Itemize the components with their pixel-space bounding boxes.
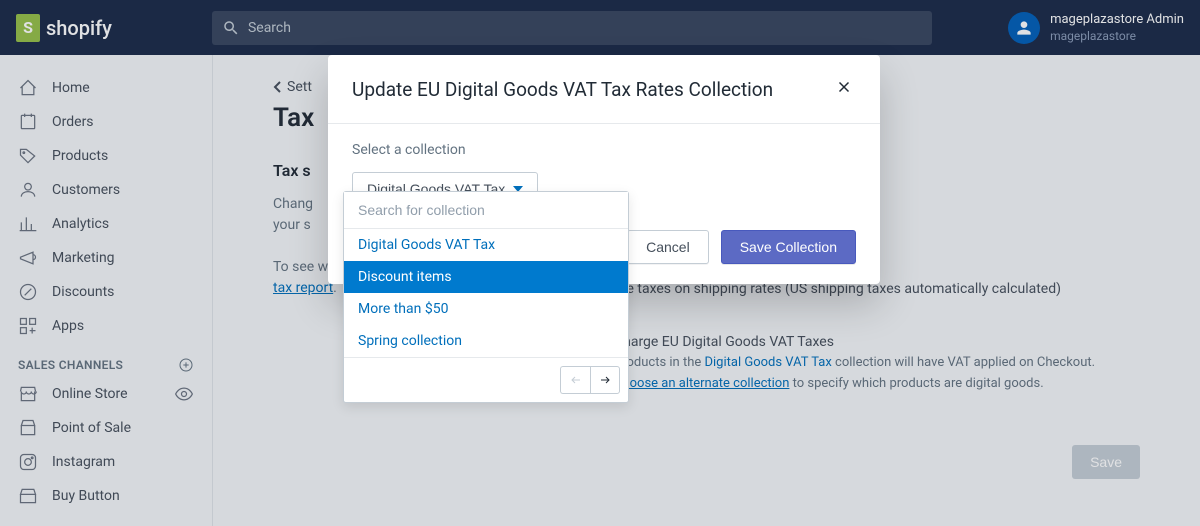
pager-next[interactable] [590, 366, 620, 394]
close-button[interactable] [832, 75, 856, 103]
dropdown-option[interactable]: Discount items [344, 261, 628, 293]
dropdown-option[interactable]: Spring collection [344, 325, 628, 357]
close-icon [835, 78, 853, 96]
modal-title: Update EU Digital Goods VAT Tax Rates Co… [352, 78, 773, 101]
pager-prev[interactable] [560, 366, 590, 394]
dropdown-option[interactable]: Digital Goods VAT Tax [344, 229, 628, 261]
modal-label: Select a collection [352, 142, 856, 158]
dropdown-option[interactable]: More than $50 [344, 293, 628, 325]
cancel-button[interactable]: Cancel [627, 230, 709, 264]
arrow-right-icon [597, 374, 613, 386]
collection-dropdown-panel: Digital Goods VAT Tax Discount items Mor… [343, 191, 629, 403]
collection-search-input[interactable] [344, 192, 628, 229]
save-collection-button[interactable]: Save Collection [721, 230, 856, 264]
arrow-left-icon [568, 374, 584, 386]
